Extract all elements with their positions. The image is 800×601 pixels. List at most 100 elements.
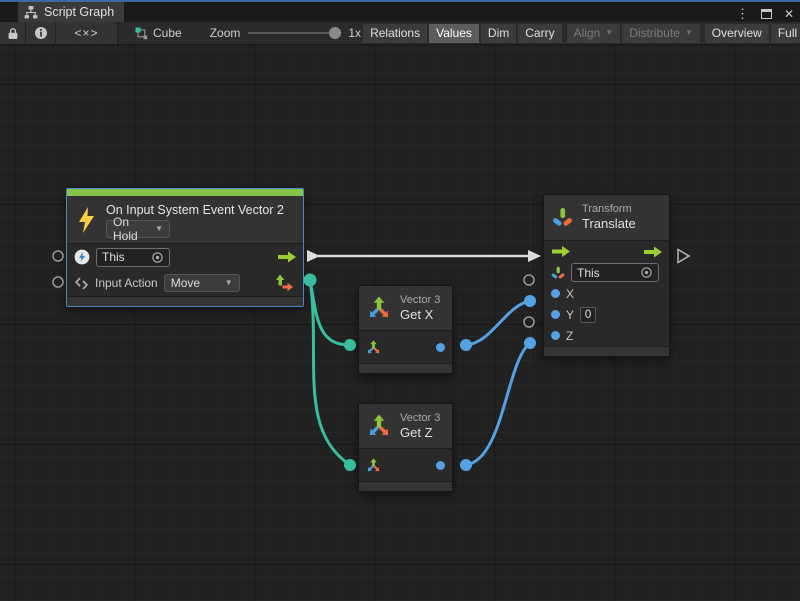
get-x-output-port[interactable]	[436, 343, 445, 352]
node-on-input-system-event[interactable]: On Input System Event Vector 2 On Hold ▼	[66, 188, 304, 307]
event-this-external-port[interactable]	[53, 251, 63, 261]
exec-output-port[interactable]	[643, 245, 663, 258]
full-screen-button[interactable]: Full Screen	[771, 24, 800, 43]
tab-strip: Script Graph ⋮ ✕	[0, 2, 800, 22]
translate-title: Translate	[582, 216, 636, 232]
script-graph-icon	[24, 5, 38, 19]
chevron-down-icon: ▼	[685, 29, 693, 37]
relations-button[interactable]: Relations	[363, 24, 427, 43]
transform-mini-icon	[551, 266, 565, 280]
wire-vector2-to-getz[interactable]	[310, 280, 350, 465]
graph-reference[interactable]: Cube	[135, 26, 182, 40]
event-this-row: This	[67, 244, 303, 270]
x-input-port[interactable]	[551, 289, 560, 298]
y-value-field[interactable]: 0	[580, 307, 596, 323]
getx-output-wire-dot[interactable]	[460, 339, 472, 351]
vector3-icon	[367, 296, 391, 320]
translate-this-row: This	[544, 262, 669, 283]
translate-footer	[544, 346, 669, 356]
translate-x-row: X	[544, 283, 669, 304]
translate-y-external-port[interactable]	[524, 317, 534, 327]
overview-button[interactable]: Overview	[705, 24, 769, 43]
tab-script-graph[interactable]: Script Graph	[18, 2, 124, 22]
translate-z-row: Z	[544, 325, 669, 346]
zoom-slider[interactable]	[248, 32, 340, 34]
z-input-port[interactable]	[551, 331, 560, 340]
get-z-footer	[359, 481, 452, 491]
translate-exec-row	[544, 241, 669, 262]
chevron-down-icon: ▼	[225, 279, 233, 287]
translate-exec-external-port[interactable]	[678, 250, 689, 263]
y-input-port[interactable]	[551, 310, 560, 319]
get-z-category: Vector 3	[400, 412, 440, 425]
zoom-label: Zoom	[210, 26, 241, 40]
tab-title: Script Graph	[44, 5, 114, 19]
event-action-row: Input Action Move ▼	[67, 270, 303, 296]
input-action-dropdown[interactable]: Move ▼	[164, 274, 240, 292]
exec-wire-start-arrow[interactable]	[307, 250, 320, 262]
distribute-label: Distribute	[629, 26, 680, 40]
vector3-icon	[367, 414, 391, 438]
chevron-down-icon: ▼	[155, 225, 163, 233]
get-x-title: Get X	[400, 307, 440, 323]
lock-icon	[7, 27, 19, 40]
close-button[interactable]: ✕	[784, 7, 794, 21]
get-z-title: Get Z	[400, 425, 440, 441]
dim-button[interactable]: Dim	[481, 24, 516, 43]
wire-getx-to-x[interactable]	[466, 301, 530, 345]
carry-button[interactable]: Carry	[518, 24, 561, 43]
z-label: Z	[566, 329, 573, 343]
zoom-value: 1x	[348, 26, 361, 40]
graph-name: Cube	[153, 26, 182, 40]
event-this-field[interactable]: This	[96, 248, 170, 267]
align-button[interactable]: Align ▼	[567, 24, 621, 43]
script-graph-window: Script Graph ⋮ ✕	[0, 0, 800, 601]
translate-this-value: This	[577, 266, 600, 280]
x-label: X	[566, 287, 574, 301]
graph-asset-icon	[135, 27, 148, 40]
lock-button[interactable]	[0, 22, 26, 44]
distribute-button[interactable]: Distribute ▼	[622, 24, 700, 43]
getz-wire-end-dot[interactable]	[344, 459, 356, 471]
node-translate[interactable]: Transform Translate	[543, 194, 670, 357]
exec-wire-end-arrow[interactable]	[528, 250, 541, 262]
event-exec-output-port[interactable]	[277, 251, 297, 264]
z-input-wire-dot[interactable]	[524, 337, 536, 349]
vector3-input-port[interactable]	[366, 340, 381, 355]
event-vector2-output-port[interactable]	[274, 274, 294, 293]
window-menu-button[interactable]: ⋮	[736, 6, 749, 22]
wire-vector2-to-getx[interactable]	[310, 280, 350, 345]
edit-source-button[interactable]: <×>	[56, 22, 118, 44]
getx-wire-end-dot[interactable]	[344, 339, 356, 351]
event-action-external-port[interactable]	[53, 277, 63, 287]
node-get-x[interactable]: Vector 3 Get X	[358, 285, 453, 374]
vector2-wire-origin-dot[interactable]	[304, 274, 317, 287]
vector3-input-port[interactable]	[366, 458, 381, 473]
target-picker-icon[interactable]	[151, 251, 164, 264]
event-accent-bar	[67, 189, 303, 196]
get-x-footer	[359, 363, 452, 373]
node-get-z[interactable]: Vector 3 Get Z	[358, 403, 453, 492]
get-z-output-port[interactable]	[436, 461, 445, 470]
graph-canvas[interactable]: On Input System Event Vector 2 On Hold ▼	[0, 45, 800, 601]
event-this-value: This	[102, 250, 125, 264]
event-node-footer	[67, 296, 303, 306]
wire-getz-to-z[interactable]	[466, 343, 530, 465]
input-system-icon	[74, 249, 90, 265]
getz-output-wire-dot[interactable]	[460, 459, 472, 471]
translate-this-field[interactable]: This	[571, 263, 659, 282]
x-input-wire-dot[interactable]	[524, 295, 536, 307]
translate-y-row: Y 0	[544, 304, 669, 325]
info-button[interactable]	[26, 22, 56, 44]
get-x-port-row	[359, 331, 452, 363]
target-picker-icon[interactable]	[640, 266, 653, 279]
translate-this-external-port[interactable]	[524, 275, 534, 285]
maximize-button[interactable]	[761, 9, 772, 19]
get-x-category: Vector 3	[400, 294, 440, 307]
event-mode-dropdown[interactable]: On Hold ▼	[106, 220, 170, 238]
exec-input-port[interactable]	[551, 245, 571, 258]
zoom-slider-handle[interactable]	[329, 27, 341, 39]
get-z-port-row	[359, 449, 452, 481]
graph-toolbar: <×> Cube Zoom 1x Relations Values Dim Ca	[0, 22, 800, 45]
values-button[interactable]: Values	[429, 24, 479, 43]
